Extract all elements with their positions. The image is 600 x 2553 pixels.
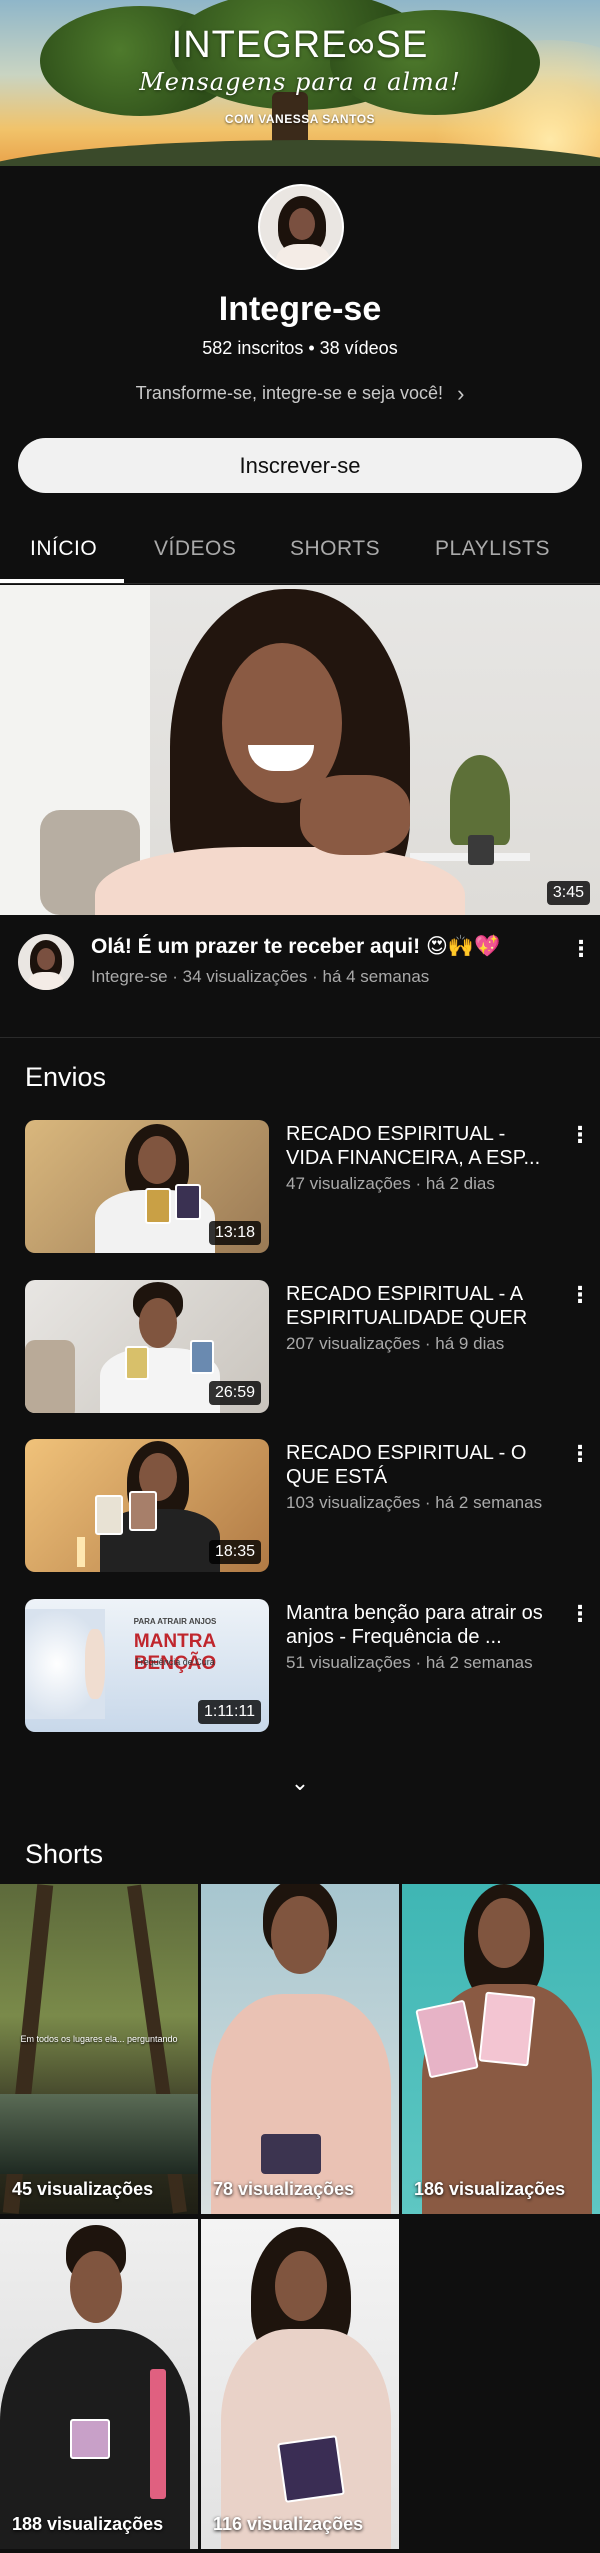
- subscribe-button[interactable]: Inscrever-se: [18, 438, 582, 493]
- banner-brand: INTEGRE∞SE: [171, 24, 429, 66]
- channel-avatar[interactable]: [258, 184, 344, 270]
- short-thumbnail[interactable]: 188 visualizações: [0, 2219, 198, 2549]
- upload-title[interactable]: RECADO ESPIRITUAL - A ESPIRITUALIDADE QU…: [286, 1282, 556, 1330]
- tab-active-indicator: [0, 579, 124, 583]
- upload-duration: 13:18: [208, 1221, 261, 1245]
- featured-meta: Integre-se · 34 visualizações · há 4 sem…: [91, 967, 430, 986]
- upload-thumbnail[interactable]: PARA ATRAIR ANJOS MANTRA BENÇÃO Frequênc…: [25, 1599, 269, 1732]
- banner-tagline: Mensagens para a alma!: [139, 68, 461, 96]
- short-views: 188 visualizações: [12, 2514, 164, 2534]
- upload-meta: 207 visualizações · há 9 dias: [286, 1334, 505, 1353]
- shorts-section-title: Shorts: [25, 1839, 104, 1869]
- featured-video-thumbnail[interactable]: 3:45: [0, 585, 600, 915]
- thumb-small-text: PARA ATRAIR ANJOS: [133, 1617, 217, 1626]
- uploads-section-title: Envios: [25, 1062, 107, 1092]
- featured-channel-avatar[interactable]: [18, 934, 74, 990]
- more-vert-icon[interactable]: ⋮: [569, 1599, 591, 1629]
- more-vert-icon[interactable]: ⋮: [569, 1280, 591, 1310]
- featured-title[interactable]: Olá! É um prazer te receber aqui! 😍🙌💖: [91, 934, 500, 959]
- upload-meta: 47 visualizações · há 2 dias: [286, 1174, 495, 1193]
- upload-thumbnail[interactable]: 13:18: [25, 1120, 269, 1253]
- chevron-down-icon[interactable]: ⌄: [284, 1770, 316, 1795]
- tab-videos[interactable]: VÍDEOS: [154, 520, 236, 584]
- short-views: 78 visualizações: [213, 2179, 355, 2199]
- upload-title[interactable]: Mantra benção para atrair os anjos - Fre…: [286, 1601, 556, 1649]
- featured-duration: 3:45: [546, 881, 590, 905]
- short-views: 116 visualizações: [213, 2514, 364, 2534]
- banner-byline: COM VANESSA SANTOS: [224, 112, 376, 126]
- short-views: 45 visualizações: [12, 2179, 154, 2199]
- upload-duration: 1:11:11: [197, 1700, 261, 1724]
- more-vert-icon[interactable]: ⋮: [569, 1120, 591, 1150]
- channel-tabs: INÍCIO VÍDEOS SHORTS PLAYLISTS: [0, 520, 600, 584]
- upload-duration: 26:59: [208, 1381, 261, 1405]
- channel-name: Integre-se: [218, 290, 382, 328]
- channel-stats: 582 inscritos • 38 vídeos: [202, 338, 398, 358]
- short-views: 186 visualizações: [414, 2179, 566, 2199]
- upload-thumbnail[interactable]: 26:59: [25, 1280, 269, 1413]
- chevron-right-icon: ›: [457, 381, 465, 406]
- more-vert-icon[interactable]: ⋮: [569, 1439, 591, 1469]
- tab-shorts[interactable]: SHORTS: [290, 520, 380, 584]
- upload-meta: 51 visualizações · há 2 semanas: [286, 1653, 533, 1672]
- channel-description-text: Transforme-se, integre-se e seja você!: [135, 383, 444, 403]
- upload-duration: 18:35: [208, 1540, 261, 1564]
- short-caption: Em todos os lugares ela... perguntando: [20, 2034, 178, 2044]
- upload-title[interactable]: RECADO ESPIRITUAL - O QUE ESTÁ INTERFERI…: [286, 1441, 556, 1489]
- channel-banner: INTEGRE∞SE Mensagens para a alma! COM VA…: [0, 0, 600, 166]
- tab-playlists[interactable]: PLAYLISTS: [435, 520, 550, 584]
- short-thumbnail[interactable]: 186 visualizações: [402, 1884, 600, 2214]
- thumb-big-text: MANTRA BENÇÃO: [133, 1631, 217, 1674]
- more-vert-icon[interactable]: ⋮: [570, 934, 592, 964]
- upload-meta: 103 visualizações · há 2 semanas: [286, 1493, 543, 1512]
- tab-inicio[interactable]: INÍCIO: [30, 520, 97, 584]
- upload-title[interactable]: RECADO ESPIRITUAL - VIDA FINANCEIRA, A E…: [286, 1122, 556, 1170]
- short-thumbnail[interactable]: Em todos os lugares ela... perguntando 4…: [0, 1884, 198, 2214]
- section-divider: [0, 1037, 600, 1038]
- thumb-sub-text: Frequência de Cura: [135, 1657, 215, 1667]
- short-thumbnail[interactable]: 78 visualizações: [201, 1884, 399, 2214]
- upload-thumbnail[interactable]: 18:35: [25, 1439, 269, 1572]
- channel-description[interactable]: Transforme-se, integre-se e seja você! ›: [0, 381, 600, 407]
- short-thumbnail[interactable]: 116 visualizações: [201, 2219, 399, 2549]
